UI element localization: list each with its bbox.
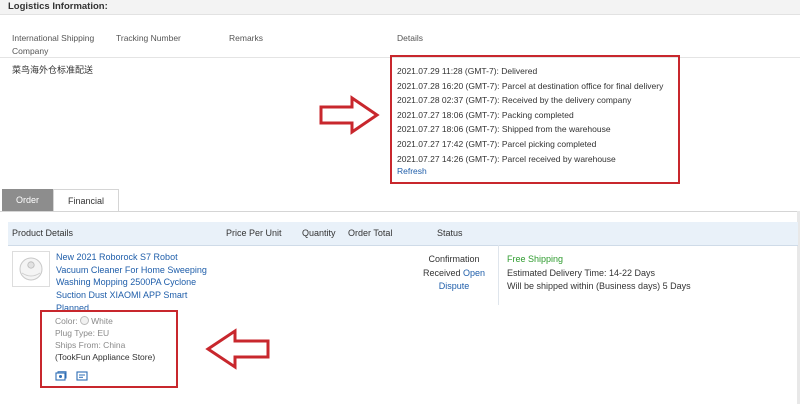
carrier-name: 菜鸟海外仓标准配送	[12, 65, 94, 75]
robot-vacuum-thumbnail	[19, 257, 43, 281]
product-title-line: Suction Dust XIAOMI APP Smart	[56, 290, 188, 301]
header-tracking-number: Tracking Number	[116, 33, 181, 43]
product-title-line: New 2021 Roborock S7 Robot	[56, 252, 178, 262]
product-thumbnail[interactable]	[12, 251, 50, 287]
shipping-info: Free Shipping Estimated Delivery Time: 1…	[507, 253, 691, 294]
header-product-details: Product Details	[12, 228, 74, 238]
logistics-title-bar: Logistics Information:	[0, 0, 800, 15]
product-title-line: Washing Mopping 2500PA Cyclone	[56, 277, 197, 288]
header-order-total: Order Total	[348, 228, 393, 238]
ship-within: Will be shipped within (Business days) 5…	[507, 281, 691, 291]
annotation-box-attributes	[40, 310, 178, 388]
logistics-title: Logistics Information:	[8, 1, 108, 12]
product-title-line: Vacuum Cleaner For Home Sweeping	[56, 264, 207, 275]
tabs-underline	[0, 211, 800, 212]
status-received: Received	[422, 267, 461, 278]
status-confirmation: Confirmation	[428, 254, 480, 264]
order-status: Confirmation Received Open Dispute	[411, 253, 497, 294]
header-remarks: Remarks	[229, 33, 264, 43]
open-dispute-link[interactable]: Open	[463, 268, 485, 278]
estimated-delivery: Estimated Delivery Time: 14-22 Days	[507, 267, 656, 278]
arrow-right-annotation-icon	[319, 95, 380, 135]
status-received-line: Received Open	[411, 267, 497, 281]
header-price-per-unit: Price Per Unit	[226, 228, 282, 238]
free-shipping-label: Free Shipping	[507, 254, 564, 264]
header-status: Status	[437, 228, 463, 238]
tab-order[interactable]: Order	[2, 189, 53, 211]
annotation-box-tracking	[390, 55, 680, 184]
header-shipping-company: International Shipping Company	[12, 33, 95, 56]
arrow-left-annotation-icon	[205, 328, 270, 370]
header-details: Details	[397, 33, 423, 43]
product-title-link[interactable]: New 2021 Roborock S7 Robot Vacuum Cleane…	[56, 251, 218, 315]
column-divider	[498, 245, 499, 305]
dispute-link[interactable]: Dispute	[439, 281, 470, 291]
header-quantity: Quantity	[302, 228, 336, 238]
tab-financial[interactable]: Financial	[53, 189, 119, 211]
order-table-header: Product Details Price Per Unit Quantity …	[8, 222, 798, 246]
